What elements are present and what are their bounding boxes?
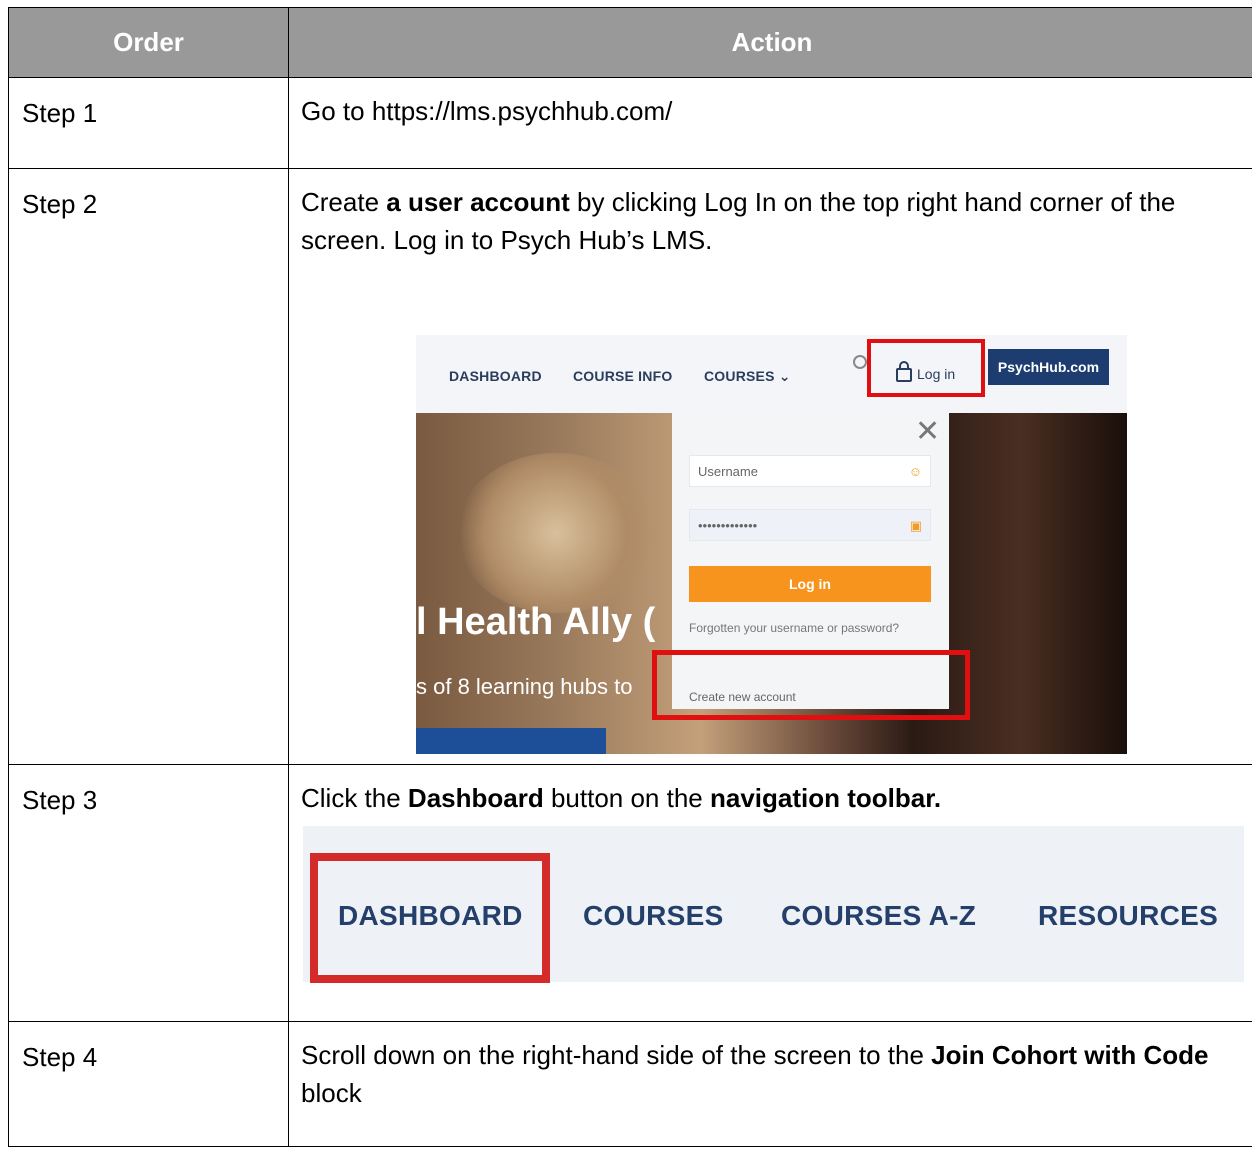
hero-plant [456, 453, 656, 613]
hero-button [416, 728, 606, 754]
nav-courses: COURSES ⌄ [704, 368, 791, 384]
password-field: ••••••••••••• ▣ [689, 509, 931, 541]
step-text: Go to https://lms.psychhub.com/ [301, 96, 673, 126]
nav-courses: COURSES [583, 900, 724, 931]
step-label: Step 3 [8, 764, 289, 1022]
step-text: Create a user account by clicking Log In… [301, 187, 1176, 255]
bold-text: Join Cohort with Code [931, 1040, 1209, 1070]
nav-course-info: COURSE INFO [573, 368, 673, 384]
close-icon: ✕ [915, 415, 941, 448]
forgot-link: Forgotten your username or password? [689, 621, 900, 635]
step-label: Step 1 [8, 77, 289, 169]
header-row: Order Action [8, 7, 1252, 78]
highlight-box-login [867, 339, 985, 397]
bold-text: a user account [386, 187, 570, 217]
step-label: Step 2 [8, 168, 289, 765]
username-field: Username ☺ [689, 455, 931, 487]
table-row: Step 3 Click the Dashboard button on the… [8, 764, 1252, 1022]
steps-table: Order Action Step 1 Go to https://lms.ps… [8, 7, 1252, 1147]
top-edge [416, 327, 1127, 335]
user-icon: ☺ [908, 464, 922, 479]
step-text: Click the Dashboard button on the naviga… [301, 783, 942, 813]
step-label: Step 4 [8, 1021, 289, 1147]
action-header: Action [288, 7, 1252, 78]
table-row: Step 4 Scroll down on the right-hand sid… [8, 1021, 1252, 1147]
nav-toolbar-screenshot: DASHBOARD COURSES COURSES A-Z RESOURCES [303, 826, 1244, 983]
highlight-box-dashboard [310, 853, 550, 983]
highlight-box-create-account [652, 650, 970, 720]
table-row: Step 1 Go to https://lms.psychhub.com/ [8, 77, 1252, 169]
step-action: Click the Dashboard button on the naviga… [288, 764, 1252, 1022]
search-icon [853, 355, 867, 369]
nav-resources: RESOURCES [1038, 900, 1219, 931]
bold-text: navigation toolbar. [709, 783, 942, 813]
nav-bar: DASHBOARD COURSE INFO COURSES ⌄ Log in P… [416, 327, 1127, 413]
step-action: Create a user account by clicking Log In… [288, 168, 1252, 765]
table-row: Step 2 Create a user account by clicking… [8, 168, 1252, 765]
order-header: Order [8, 7, 289, 78]
hero-title: l Health Ally ( [416, 601, 656, 643]
lock-icon: ▣ [909, 518, 922, 533]
hero-subtitle: s of 8 learning hubs to [416, 674, 633, 699]
bold-text: Dashboard [407, 783, 544, 813]
brand-button: PsychHub.com [988, 349, 1109, 385]
step-action: Go to https://lms.psychhub.com/ [288, 77, 1252, 169]
nav-courses-a-z: COURSES A-Z [781, 900, 977, 931]
step-action: Scroll down on the right-hand side of th… [288, 1021, 1252, 1147]
login-screenshot: DASHBOARD COURSE INFO COURSES ⌄ Log in P… [416, 327, 1127, 754]
login-button: Log in [689, 566, 931, 602]
nav-dashboard: DASHBOARD [449, 368, 542, 384]
